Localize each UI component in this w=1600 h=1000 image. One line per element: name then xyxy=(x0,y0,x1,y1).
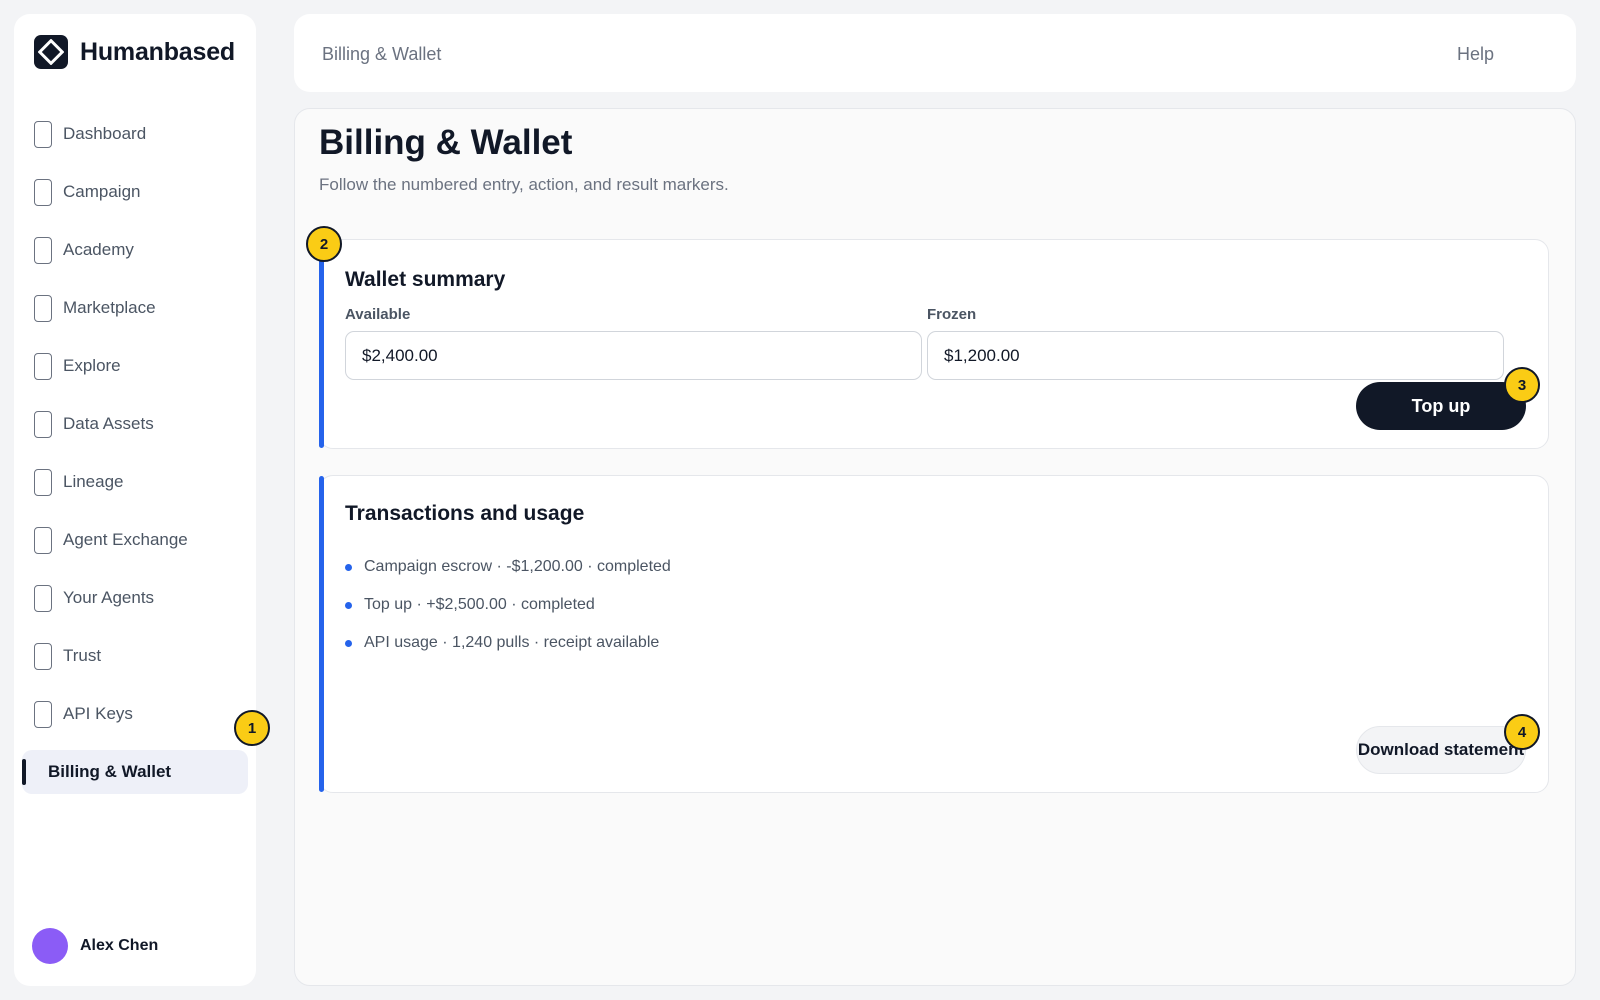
frozen-field[interactable] xyxy=(927,331,1504,380)
page-icon xyxy=(34,352,52,380)
page-subtitle: Follow the numbered entry, action, and r… xyxy=(319,175,729,194)
page-icon xyxy=(34,526,52,554)
page-icon xyxy=(34,410,52,438)
sidebar-item-label: Data Assets xyxy=(63,414,154,433)
sidebar-item-label: Dashboard xyxy=(63,124,147,143)
sidebar-item-label: Campaign xyxy=(63,182,141,201)
bullet-dot-icon xyxy=(345,639,352,647)
list-item: API usage · 1,240 pulls · receipt availa… xyxy=(345,624,671,662)
active-indicator xyxy=(22,759,26,785)
page-icon xyxy=(34,294,52,322)
sidebar-nav: Dashboard Campaign Academy Marketplace E… xyxy=(14,112,256,808)
page-icon xyxy=(34,178,52,206)
top-up-button[interactable]: Top up xyxy=(1356,382,1526,430)
brand-name: Humanbased xyxy=(80,37,235,66)
step-marker-2: 2 xyxy=(306,226,342,262)
available-field[interactable] xyxy=(345,331,922,380)
user-name: Alex Chen xyxy=(80,937,159,954)
help-link[interactable]: Help xyxy=(1457,44,1494,65)
sidebar-item-trust[interactable]: Trust xyxy=(22,634,248,678)
sidebar-item-label: Billing & Wallet xyxy=(48,762,172,781)
available-label: Available xyxy=(345,306,411,323)
sidebar-item-api-keys[interactable]: API Keys xyxy=(22,692,248,736)
list-item: Top up · +$2,500.00 · completed xyxy=(345,586,671,624)
transactions-card: Transactions and usage Campaign escrow ·… xyxy=(319,475,1549,793)
sidebar-item-label: Lineage xyxy=(63,472,124,491)
sidebar-item-lineage[interactable]: Lineage xyxy=(22,460,248,504)
sidebar-item-marketplace[interactable]: Marketplace xyxy=(22,286,248,330)
main-content: Billing & Wallet Follow the numbered ent… xyxy=(294,108,1576,986)
sidebar-item-your-agents[interactable]: Your Agents xyxy=(22,576,248,620)
sidebar: Humanbased Dashboard Campaign Academy Ma… xyxy=(14,14,256,986)
sidebar-item-campaign[interactable]: Campaign xyxy=(22,170,248,214)
bullet-dot-icon xyxy=(345,601,352,609)
avatar xyxy=(32,928,68,964)
card-accent-bar xyxy=(319,240,324,448)
sidebar-item-data-assets[interactable]: Data Assets xyxy=(22,402,248,446)
download-statement-button[interactable]: Download statement xyxy=(1356,726,1526,774)
sidebar-item-academy[interactable]: Academy xyxy=(22,228,248,272)
page-icon xyxy=(34,642,52,670)
transactions-list: Campaign escrow · -$1,200.00 · completed… xyxy=(345,548,671,662)
frozen-label: Frozen xyxy=(927,306,977,323)
step-marker-4: 4 xyxy=(1504,714,1540,750)
step-marker-1: 1 xyxy=(234,710,270,746)
page-icon xyxy=(34,584,52,612)
list-item: Campaign escrow · -$1,200.00 · completed xyxy=(345,548,671,586)
user-profile[interactable]: Alex Chen xyxy=(32,928,158,964)
breadcrumb: Billing & Wallet xyxy=(322,44,442,64)
sidebar-item-label: Marketplace xyxy=(63,298,156,317)
page-icon xyxy=(34,236,52,264)
sidebar-item-label: Your Agents xyxy=(63,588,155,607)
transactions-title: Transactions and usage xyxy=(345,502,585,525)
diamond-logo-icon xyxy=(34,35,68,69)
sidebar-item-label: Trust xyxy=(63,646,102,665)
page-title: Billing & Wallet xyxy=(319,123,573,162)
top-bar: Billing & Wallet Help xyxy=(294,14,1576,92)
wallet-summary-card: Wallet summary Available Frozen Top up xyxy=(319,239,1549,449)
sidebar-item-label: Agent Exchange xyxy=(63,530,188,549)
sidebar-item-label: Explore xyxy=(63,356,121,375)
sidebar-item-explore[interactable]: Explore xyxy=(22,344,248,388)
step-marker-3: 3 xyxy=(1504,367,1540,403)
brand[interactable]: Humanbased xyxy=(34,34,235,70)
sidebar-item-billing-wallet[interactable]: Billing & Wallet xyxy=(22,750,248,794)
sidebar-item-dashboard[interactable]: Dashboard xyxy=(22,112,248,156)
transaction-text: Top up · +$2,500.00 · completed xyxy=(364,596,595,613)
page-icon xyxy=(34,120,52,148)
transaction-text: API usage · 1,240 pulls · receipt availa… xyxy=(364,634,660,651)
wallet-summary-title: Wallet summary xyxy=(345,268,506,291)
page-icon xyxy=(34,700,52,728)
transaction-text: Campaign escrow · -$1,200.00 · completed xyxy=(364,558,671,575)
card-accent-bar xyxy=(319,476,324,792)
sidebar-item-label: API Keys xyxy=(63,704,133,723)
bullet-dot-icon xyxy=(345,563,352,571)
page-icon xyxy=(34,468,52,496)
sidebar-item-label: Academy xyxy=(63,240,134,259)
sidebar-item-agent-exchange[interactable]: Agent Exchange xyxy=(22,518,248,562)
